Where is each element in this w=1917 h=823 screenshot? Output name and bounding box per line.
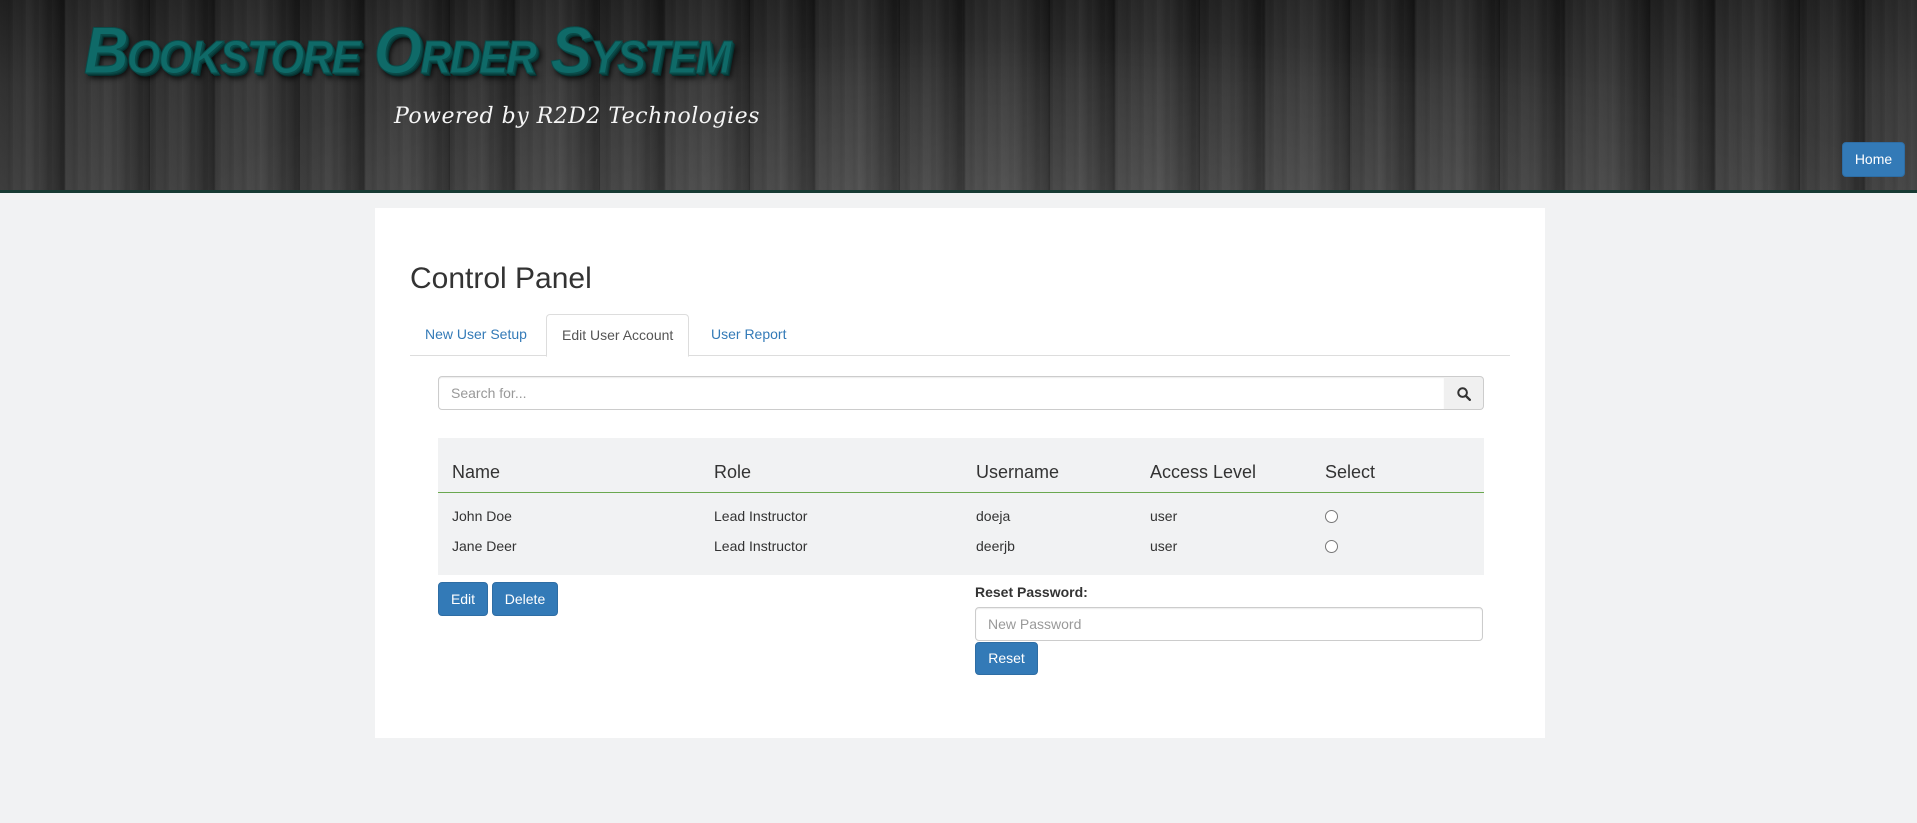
- site-tagline: Powered by R2D2 Technologies: [394, 104, 760, 129]
- tab-edit-user-account[interactable]: Edit User Account: [546, 314, 690, 357]
- edit-button[interactable]: Edit: [438, 582, 488, 616]
- cell-role: Lead Instructor: [714, 508, 808, 524]
- tab-user-report[interactable]: User Report: [696, 314, 801, 356]
- column-header-access-level: Access Level: [1150, 462, 1257, 482]
- table-row: Jane Deer Lead Instructor deerjb user: [438, 531, 1484, 561]
- search-group: [438, 376, 1484, 410]
- cell-username: doeja: [976, 508, 1011, 524]
- reset-button[interactable]: Reset: [975, 642, 1038, 675]
- control-panel: Control Panel New User Setup Edit User A…: [375, 208, 1545, 738]
- users-table: Name Role Username Access Level Select J…: [438, 438, 1484, 575]
- site-header: Bookstore Order System Powered by R2D2 T…: [0, 0, 1917, 193]
- page-title: Control Panel: [410, 262, 592, 295]
- column-header-username: Username: [976, 462, 1060, 482]
- cell-name: Jane Deer: [452, 538, 517, 554]
- cell-access-level: user: [1150, 508, 1178, 524]
- cell-role: Lead Instructor: [714, 538, 808, 554]
- delete-button[interactable]: Delete: [492, 582, 558, 616]
- table-header: Name Role Username Access Level Select: [438, 438, 1484, 493]
- new-password-field[interactable]: [975, 607, 1483, 641]
- select-radio[interactable]: [1325, 510, 1338, 523]
- search-input[interactable]: [438, 376, 1445, 410]
- cell-name: John Doe: [452, 508, 512, 524]
- tab-new-user-setup[interactable]: New User Setup: [410, 314, 542, 356]
- search-button[interactable]: [1444, 376, 1484, 410]
- reset-password-label: Reset Password:: [975, 584, 1088, 600]
- cell-username: deerjb: [976, 538, 1015, 554]
- cell-access-level: user: [1150, 538, 1178, 554]
- column-header-role: Role: [714, 462, 752, 482]
- site-logo: Bookstore Order System: [84, 13, 733, 88]
- column-header-name: Name: [452, 462, 501, 482]
- column-header-select: Select: [1325, 462, 1376, 482]
- search-icon: [1457, 387, 1471, 401]
- tab-bar: New User Setup Edit User Account User Re…: [410, 306, 1510, 357]
- select-radio[interactable]: [1325, 540, 1338, 553]
- home-button[interactable]: Home: [1842, 142, 1905, 177]
- table-row: John Doe Lead Instructor doeja user: [438, 501, 1484, 531]
